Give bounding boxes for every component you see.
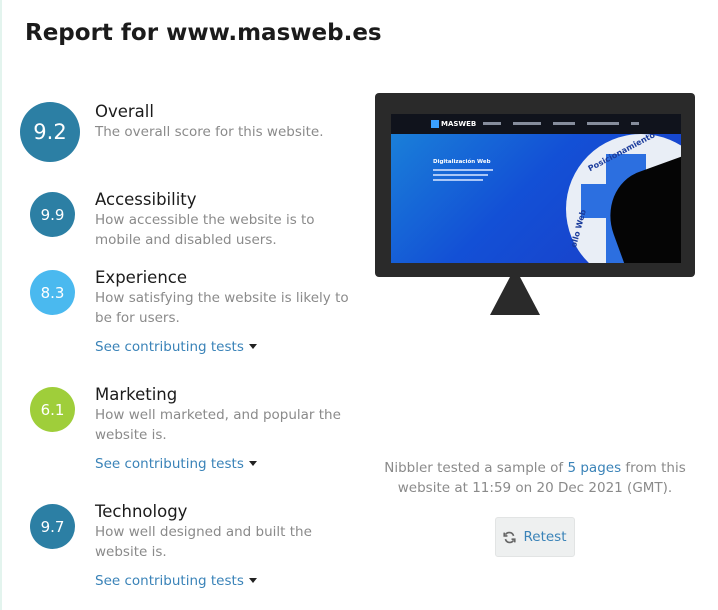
marketing-label: Marketing — [95, 385, 178, 404]
site-name: www.masweb.es — [166, 20, 382, 46]
title-prefix: Report for — [25, 20, 167, 46]
retest-button[interactable]: Retest — [495, 517, 575, 557]
screenshot-hero-title: Digitalización Web — [433, 159, 491, 165]
technology-label: Technology — [95, 502, 188, 521]
pages-link[interactable]: 5 pages — [567, 460, 621, 476]
website-screenshot: Posicionamiento Web ollo Web MASWEB Digi… — [391, 114, 681, 263]
experience-label: Experience — [95, 268, 188, 287]
website-screenshot-monitor: Posicionamiento Web ollo Web MASWEB Digi… — [375, 93, 695, 277]
screenshot-logo-text: MASWEB — [441, 120, 477, 128]
technology-score-value: 9.7 — [40, 517, 65, 536]
marketing-score-badge: 6.1 — [30, 387, 75, 432]
accessibility-label: Accessibility — [95, 190, 197, 209]
screenshot-text-line — [433, 179, 483, 181]
marketing-score-value: 6.1 — [40, 400, 65, 419]
left-border — [0, 0, 2, 610]
overall-label: Overall — [95, 102, 154, 121]
logo-mark-icon — [431, 120, 439, 128]
screenshot-menu-item — [513, 122, 541, 125]
marketing-see-tests-label: See contributing tests — [95, 456, 244, 472]
caret-down-icon — [248, 343, 257, 349]
accessibility-score-badge: 9.9 — [30, 192, 75, 237]
retest-label: Retest — [523, 529, 567, 545]
test-info: Nibbler tested a sample of 5 pages from … — [370, 458, 700, 498]
caret-down-icon — [248, 460, 257, 466]
refresh-icon — [503, 531, 517, 543]
experience-see-tests-link[interactable]: See contributing tests — [95, 339, 257, 355]
screenshot-menu-item — [553, 122, 575, 125]
overall-score-badge: 9.2 — [20, 102, 80, 162]
test-info-prefix: Nibbler tested a sample of — [384, 460, 568, 476]
screenshot-menu-item — [483, 122, 501, 125]
overall-score-value: 9.2 — [33, 120, 67, 144]
accessibility-score-value: 9.9 — [40, 205, 65, 224]
technology-see-tests-link[interactable]: See contributing tests — [95, 573, 257, 589]
screenshot-menu-item — [587, 122, 619, 125]
technology-score-badge: 9.7 — [30, 504, 75, 549]
experience-description: How satisfying the website is likely to … — [95, 290, 349, 326]
marketing-see-tests-link[interactable]: See contributing tests — [95, 456, 257, 472]
accessibility-description: How accessible the website is to mobile … — [95, 212, 315, 248]
screenshot-menu-item — [631, 122, 639, 125]
screenshot-text-line — [433, 169, 493, 171]
caret-down-icon — [248, 577, 257, 583]
technology-see-tests-label: See contributing tests — [95, 573, 244, 589]
screenshot-navbar: MASWEB — [391, 114, 681, 134]
monitor-stand — [490, 277, 540, 315]
experience-see-tests-label: See contributing tests — [95, 339, 244, 355]
experience-score-value: 8.3 — [40, 283, 65, 302]
technology-description: How well designed and built the website … — [95, 524, 312, 560]
screenshot-text-line — [433, 174, 488, 176]
marketing-description: How well marketed, and popular the websi… — [95, 407, 341, 443]
overall-description: The overall score for this website. — [95, 124, 324, 140]
experience-score-badge: 8.3 — [30, 270, 75, 315]
page-title: Report for www.masweb.es — [25, 20, 382, 46]
screenshot-logo: MASWEB — [431, 120, 476, 128]
